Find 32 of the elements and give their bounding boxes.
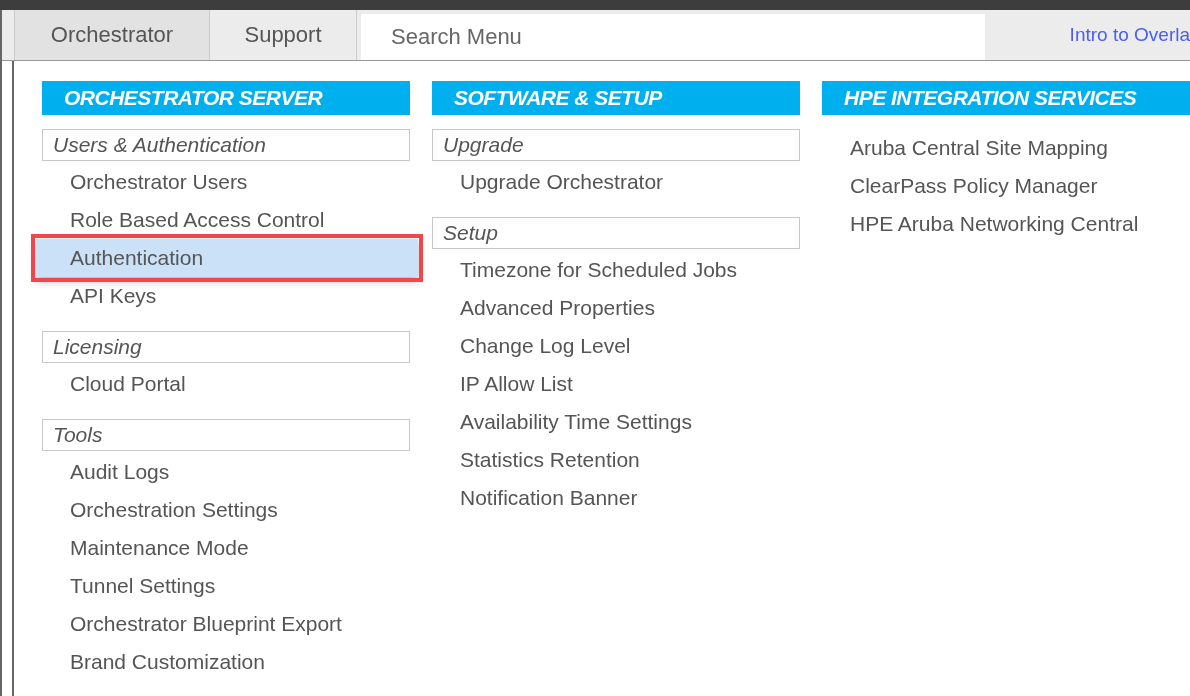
group-title: Setup xyxy=(432,217,800,249)
menu-item[interactable]: Orchestration Settings xyxy=(42,491,410,529)
nav-tab[interactable]: Orchestrator xyxy=(14,10,210,60)
menu-item[interactable]: ClearPass Policy Manager xyxy=(822,167,1190,205)
menu-item[interactable]: API Keys xyxy=(42,277,410,315)
menu-item[interactable]: Maintenance Mode xyxy=(42,529,410,567)
menu-item[interactable]: Advanced Properties xyxy=(432,289,800,327)
search-field[interactable]: Search Menu xyxy=(361,14,985,60)
menu-item[interactable]: HPE Aruba Networking Central xyxy=(822,205,1190,243)
menu-item[interactable]: Availability Time Settings xyxy=(432,403,800,441)
group-title: Tools xyxy=(42,419,410,451)
menu-item[interactable]: Change Log Level xyxy=(432,327,800,365)
intro-link[interactable]: Intro to Overla xyxy=(1069,24,1190,46)
group-title: Users & Authentication xyxy=(42,129,410,161)
menu-item[interactable]: Orchestrator Users xyxy=(42,163,410,201)
group-title: Upgrade xyxy=(432,129,800,161)
menu-item[interactable]: Cloud Portal xyxy=(42,365,410,403)
menu-item[interactable]: Tunnel Settings xyxy=(42,567,410,605)
menu-item[interactable]: Audit Logs xyxy=(42,453,410,491)
menu-item[interactable]: Aruba Central Site Mapping xyxy=(822,129,1190,167)
group-title: Licensing xyxy=(42,331,410,363)
column-header: ORCHESTRATOR SERVER xyxy=(42,81,410,115)
menu-item[interactable]: Upgrade Orchestrator xyxy=(432,163,800,201)
column-header: HPE INTEGRATION SERVICES xyxy=(822,81,1190,115)
menu-item[interactable]: Brand Customization xyxy=(42,643,410,681)
column-header: SOFTWARE & SETUP xyxy=(432,81,800,115)
menu-item[interactable]: Orchestrator Blueprint Export xyxy=(42,605,410,643)
menu-item[interactable]: Statistics Retention xyxy=(432,441,800,479)
menu-item[interactable]: Role Based Access Control xyxy=(42,201,410,239)
menu-item[interactable]: Timezone for Scheduled Jobs xyxy=(432,251,800,289)
menu-item[interactable]: IP Allow List xyxy=(432,365,800,403)
menu-item[interactable]: Notification Banner xyxy=(432,479,800,517)
